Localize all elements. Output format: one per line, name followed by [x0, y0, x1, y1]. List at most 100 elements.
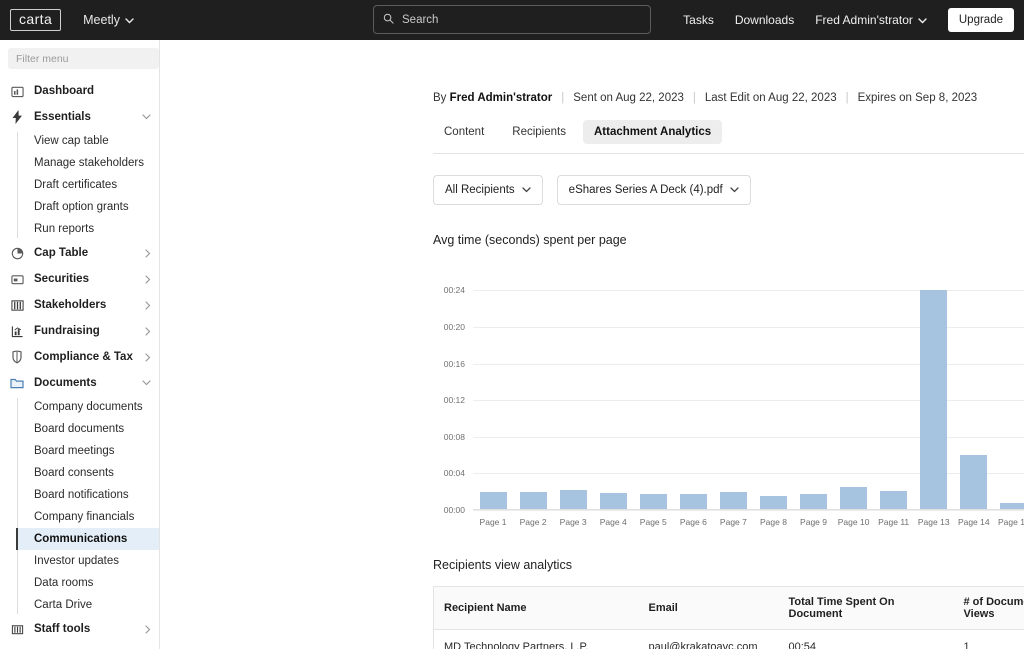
- chart-bar[interactable]: [800, 494, 827, 510]
- sidebar-item-stakeholders[interactable]: Stakeholders: [0, 292, 159, 318]
- search-input[interactable]: [400, 13, 641, 27]
- sidebar-subitem-board-consents[interactable]: Board consents: [28, 462, 159, 484]
- chart-x-axis-tick: Page 3: [560, 517, 587, 527]
- chart-bar-column: Page 10: [834, 272, 874, 510]
- sidebar-subitem-manage-stakeholders[interactable]: Manage stakeholders: [28, 152, 159, 174]
- recipients-table-title: Recipients view analytics: [433, 558, 1024, 572]
- sidebar-item-essentials[interactable]: Essentials: [0, 104, 159, 130]
- filter-menu-input[interactable]: [8, 48, 159, 69]
- sidebar-subitem-communications[interactable]: Communications: [16, 528, 159, 550]
- recipients-view-analytics-table: Recipient Name Email Total Time Spent On…: [433, 586, 1024, 649]
- chart-x-axis-tick: Page 7: [720, 517, 747, 527]
- table-header: Recipient Name Email Total Time Spent On…: [434, 587, 1024, 630]
- sidebar-subitem-board-notifications[interactable]: Board notifications: [28, 484, 159, 506]
- chart-title: Avg time (seconds) spent per page: [433, 233, 1024, 247]
- sidebar-subitem-investor-updates[interactable]: Investor updates: [28, 550, 159, 572]
- upgrade-button[interactable]: Upgrade: [948, 8, 1014, 32]
- chevron-down-icon: [918, 13, 927, 27]
- chevron-down-icon: [730, 184, 739, 196]
- nav-link-downloads[interactable]: Downloads: [735, 13, 794, 27]
- chart-x-axis-tick: Page 2: [520, 517, 547, 527]
- tab-content[interactable]: Content: [433, 120, 495, 144]
- sidebar-subitem-data-rooms[interactable]: Data rooms: [28, 572, 159, 594]
- column-header-total-time[interactable]: Total Time Spent On Document: [779, 587, 954, 630]
- sidebar-subitem-carta-drive[interactable]: Carta Drive: [28, 594, 159, 616]
- chart-gridline: 00:00: [473, 510, 1024, 511]
- tools-icon: [9, 621, 25, 637]
- user-account-menu[interactable]: Fred Admin'strator: [815, 13, 927, 27]
- tab-recipients[interactable]: Recipients: [501, 120, 577, 144]
- certificate-icon: [9, 271, 25, 287]
- column-header-document-views[interactable]: # of Document Views: [954, 587, 1024, 630]
- sidebar-item-label: Cap Table: [34, 247, 88, 259]
- chart-bar-column: Page 8: [753, 272, 793, 510]
- sidebar-subitem-board-documents[interactable]: Board documents: [28, 418, 159, 440]
- sidebar-item-fundraising[interactable]: Fundraising: [0, 318, 159, 344]
- chart-bar[interactable]: [760, 496, 787, 510]
- carta-logo[interactable]: carta: [10, 9, 61, 31]
- bar-chart-icon: [9, 323, 25, 339]
- sidebar-item-cap-table[interactable]: Cap Table: [0, 240, 159, 266]
- document-filter-dropdown[interactable]: eShares Series A Deck (4).pdf: [557, 175, 751, 205]
- chart-bar[interactable]: [960, 455, 987, 510]
- chart-y-axis-tick: 00:04: [444, 468, 465, 478]
- chart-bar[interactable]: [600, 493, 627, 510]
- nav-link-tasks[interactable]: Tasks: [683, 13, 714, 27]
- sidebar-subgroup-essentials: View cap table Manage stakeholders Draft…: [17, 130, 159, 240]
- meta-expires-date: Expires on Sep 8, 2023: [858, 92, 978, 104]
- sidebar-subitem-board-meetings[interactable]: Board meetings: [28, 440, 159, 462]
- sidebar-subitem-view-cap-table[interactable]: View cap table: [28, 130, 159, 152]
- chevron-right-icon: [145, 353, 151, 362]
- global-search-box[interactable]: [373, 5, 651, 34]
- chart-bar[interactable]: [720, 492, 747, 510]
- table-header-row: Recipient Name Email Total Time Spent On…: [434, 587, 1024, 630]
- chart-x-axis-tick: Page 10: [838, 517, 870, 527]
- sidebar-item-label: Documents: [34, 377, 97, 389]
- main-content: By Fred Admin'strator | Sent on Aug 22, …: [160, 40, 1024, 649]
- chart-x-axis-tick: Page 6: [680, 517, 707, 527]
- org-switcher-label: Meetly: [83, 13, 120, 27]
- sidebar-item-dashboard[interactable]: Dashboard: [0, 78, 159, 104]
- chart-bar[interactable]: [520, 492, 547, 510]
- chart-bar-column: Page 6: [673, 272, 713, 510]
- folder-icon: [9, 375, 25, 391]
- chart-x-axis-tick: Page 11: [878, 517, 909, 527]
- chart-bar-column: Page 15: [994, 272, 1024, 510]
- meta-divider: |: [846, 92, 849, 104]
- chart-bar[interactable]: [880, 491, 907, 510]
- chart-x-axis-tick: Page 15: [998, 517, 1024, 527]
- chevron-right-icon: [145, 327, 151, 336]
- nav-link-downloads-label: Downloads: [735, 13, 794, 27]
- column-header-recipient-name[interactable]: Recipient Name: [434, 587, 639, 630]
- sidebar-subitem-draft-certificates[interactable]: Draft certificates: [28, 174, 159, 196]
- sidebar-item-securities[interactable]: Securities: [0, 266, 159, 292]
- chart-bar[interactable]: [920, 290, 947, 510]
- org-switcher[interactable]: Meetly: [83, 13, 134, 27]
- chart-bar-column: Page 9: [794, 272, 834, 510]
- bolt-icon: [9, 109, 25, 125]
- sidebar-item-staff-tools[interactable]: Staff tools: [0, 616, 159, 642]
- chart-bar[interactable]: [480, 492, 507, 510]
- sidebar-subitem-draft-option-grants[interactable]: Draft option grants: [28, 196, 159, 218]
- chart-x-axis-tick: Page 13: [918, 517, 950, 527]
- column-header-email[interactable]: Email: [639, 587, 779, 630]
- sidebar-subitem-run-reports[interactable]: Run reports: [28, 218, 159, 240]
- sidebar-item-label: Securities: [34, 273, 89, 285]
- chart-x-axis-tick: Page 1: [480, 517, 507, 527]
- chevron-down-icon: [142, 114, 151, 120]
- chart-bar[interactable]: [640, 494, 667, 510]
- chart-bar[interactable]: [560, 490, 587, 510]
- document-meta-row: By Fred Admin'strator | Sent on Aug 22, …: [433, 92, 1024, 104]
- chart-bar-column: Page 13: [914, 272, 954, 510]
- sidebar-subitem-company-documents[interactable]: Company documents: [28, 396, 159, 418]
- chart-bar[interactable]: [680, 494, 707, 510]
- sidebar-item-compliance-tax[interactable]: Compliance & Tax: [0, 344, 159, 370]
- recipients-filter-dropdown[interactable]: All Recipients: [433, 175, 543, 205]
- table-row[interactable]: MD Technology Partners, L.P.paul@krakato…: [434, 630, 1024, 649]
- chevron-down-icon: [125, 13, 134, 27]
- tab-attachment-analytics[interactable]: Attachment Analytics: [583, 120, 722, 144]
- people-icon: [9, 297, 25, 313]
- chart-bar[interactable]: [840, 487, 867, 510]
- sidebar-item-documents[interactable]: Documents: [0, 370, 159, 396]
- sidebar-subitem-company-financials[interactable]: Company financials: [28, 506, 159, 528]
